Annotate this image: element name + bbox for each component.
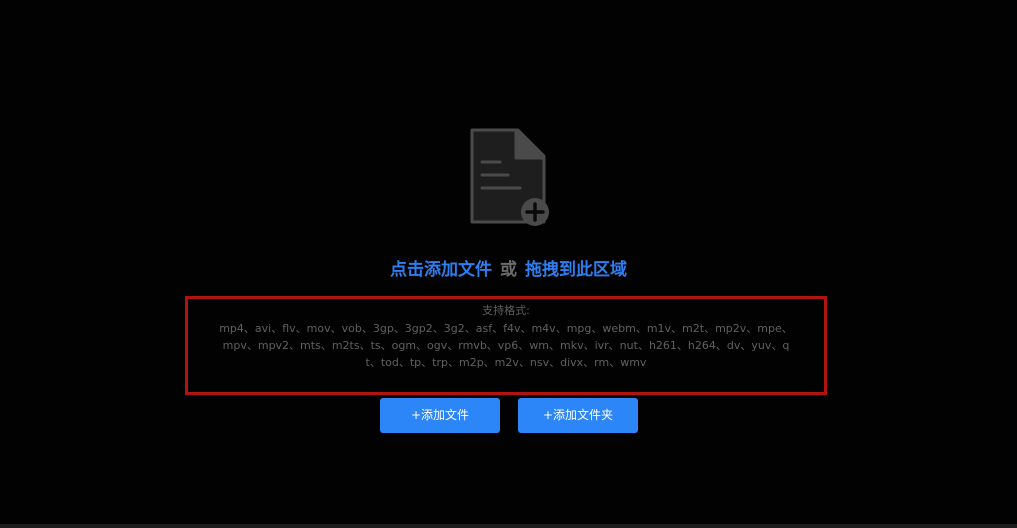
add-folder-button[interactable]: +添加文件夹	[518, 398, 638, 433]
supported-formats-title: 支持格式:	[482, 304, 530, 317]
drop-zone-headline: 点击添加文件或拖拽到此区域	[0, 258, 1017, 282]
bottom-divider	[0, 524, 1017, 528]
drag-here-label: 拖拽到此区域	[525, 260, 627, 280]
or-label: 或	[500, 260, 517, 280]
add-file-button[interactable]: +添加文件	[380, 398, 500, 433]
add-file-icon[interactable]	[466, 126, 554, 230]
file-drop-zone[interactable]: 点击添加文件或拖拽到此区域 支持格式: mp4、avi、flv、mov、vob、…	[0, 0, 1017, 524]
click-to-add-link[interactable]: 点击添加文件	[390, 260, 492, 280]
supported-formats-list: mp4、avi、flv、mov、vob、3gp、3gp2、3g2、asf、f4v…	[219, 322, 793, 369]
supported-formats-box: 支持格式: mp4、avi、flv、mov、vob、3gp、3gp2、3g2、a…	[185, 296, 827, 395]
converter-page: 点击添加文件或拖拽到此区域 支持格式: mp4、avi、flv、mov、vob、…	[0, 0, 1017, 528]
